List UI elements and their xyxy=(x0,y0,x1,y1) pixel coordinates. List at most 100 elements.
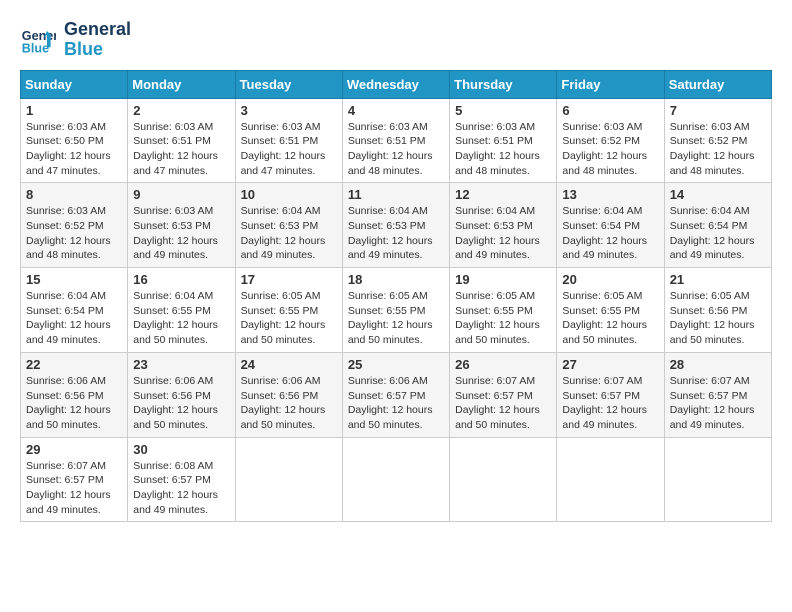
day-info: Sunrise: 6:03 AMSunset: 6:52 PMDaylight:… xyxy=(26,204,122,263)
day-info: Sunrise: 6:07 AMSunset: 6:57 PMDaylight:… xyxy=(26,459,122,518)
day-number: 10 xyxy=(241,187,337,202)
day-info: Sunrise: 6:05 AMSunset: 6:55 PMDaylight:… xyxy=(562,289,658,348)
day-info: Sunrise: 6:04 AMSunset: 6:53 PMDaylight:… xyxy=(455,204,551,263)
day-info: Sunrise: 6:03 AMSunset: 6:51 PMDaylight:… xyxy=(455,120,551,179)
day-number: 19 xyxy=(455,272,551,287)
day-info: Sunrise: 6:03 AMSunset: 6:51 PMDaylight:… xyxy=(348,120,444,179)
day-cell: 15 Sunrise: 6:04 AMSunset: 6:54 PMDayligh… xyxy=(21,268,128,353)
day-number: 22 xyxy=(26,357,122,372)
day-cell xyxy=(664,437,771,522)
day-info: Sunrise: 6:06 AMSunset: 6:56 PMDaylight:… xyxy=(133,374,229,433)
day-info: Sunrise: 6:03 AMSunset: 6:53 PMDaylight:… xyxy=(133,204,229,263)
day-info: Sunrise: 6:06 AMSunset: 6:56 PMDaylight:… xyxy=(26,374,122,433)
day-info: Sunrise: 6:03 AMSunset: 6:51 PMDaylight:… xyxy=(133,120,229,179)
day-cell: 1 Sunrise: 6:03 AMSunset: 6:50 PMDaylight… xyxy=(21,98,128,183)
day-number: 17 xyxy=(241,272,337,287)
day-info: Sunrise: 6:07 AMSunset: 6:57 PMDaylight:… xyxy=(455,374,551,433)
day-number: 7 xyxy=(670,103,766,118)
week-row-2: 8 Sunrise: 6:03 AMSunset: 6:52 PMDaylight… xyxy=(21,183,772,268)
day-number: 5 xyxy=(455,103,551,118)
day-cell: 29 Sunrise: 6:07 AMSunset: 6:57 PMDayligh… xyxy=(21,437,128,522)
week-row-4: 22 Sunrise: 6:06 AMSunset: 6:56 PMDayligh… xyxy=(21,352,772,437)
day-info: Sunrise: 6:04 AMSunset: 6:54 PMDaylight:… xyxy=(26,289,122,348)
day-cell: 4 Sunrise: 6:03 AMSunset: 6:51 PMDaylight… xyxy=(342,98,449,183)
day-cell: 12Sunrise: 6:04 AMSunset: 6:53 PMDayligh… xyxy=(450,183,557,268)
day-cell: 2 Sunrise: 6:03 AMSunset: 6:51 PMDaylight… xyxy=(128,98,235,183)
day-number: 6 xyxy=(562,103,658,118)
day-number: 8 xyxy=(26,187,122,202)
day-info: Sunrise: 6:06 AMSunset: 6:56 PMDaylight:… xyxy=(241,374,337,433)
day-info: Sunrise: 6:05 AMSunset: 6:55 PMDaylight:… xyxy=(455,289,551,348)
day-info: Sunrise: 6:05 AMSunset: 6:55 PMDaylight:… xyxy=(241,289,337,348)
day-cell: 13Sunrise: 6:04 AMSunset: 6:54 PMDayligh… xyxy=(557,183,664,268)
day-cell: 8 Sunrise: 6:03 AMSunset: 6:52 PMDaylight… xyxy=(21,183,128,268)
week-row-1: 1 Sunrise: 6:03 AMSunset: 6:50 PMDaylight… xyxy=(21,98,772,183)
day-number: 26 xyxy=(455,357,551,372)
day-cell xyxy=(450,437,557,522)
weekday-header-thursday: Thursday xyxy=(450,70,557,98)
logo-blue: Blue xyxy=(64,40,131,60)
day-info: Sunrise: 6:05 AMSunset: 6:55 PMDaylight:… xyxy=(348,289,444,348)
day-cell: 5 Sunrise: 6:03 AMSunset: 6:51 PMDaylight… xyxy=(450,98,557,183)
weekday-header-row: SundayMondayTuesdayWednesdayThursdayFrid… xyxy=(21,70,772,98)
day-info: Sunrise: 6:07 AMSunset: 6:57 PMDaylight:… xyxy=(562,374,658,433)
day-cell: 16 Sunrise: 6:04 AMSunset: 6:55 PMDayligh… xyxy=(128,268,235,353)
weekday-header-saturday: Saturday xyxy=(664,70,771,98)
day-cell xyxy=(557,437,664,522)
day-cell: 3 Sunrise: 6:03 AMSunset: 6:51 PMDaylight… xyxy=(235,98,342,183)
day-number: 4 xyxy=(348,103,444,118)
day-number: 1 xyxy=(26,103,122,118)
day-cell xyxy=(342,437,449,522)
day-number: 20 xyxy=(562,272,658,287)
day-cell: 22 Sunrise: 6:06 AMSunset: 6:56 PMDayligh… xyxy=(21,352,128,437)
svg-text:Blue: Blue xyxy=(22,41,49,55)
day-number: 23 xyxy=(133,357,229,372)
week-row-3: 15 Sunrise: 6:04 AMSunset: 6:54 PMDayligh… xyxy=(21,268,772,353)
week-row-5: 29 Sunrise: 6:07 AMSunset: 6:57 PMDayligh… xyxy=(21,437,772,522)
day-number: 3 xyxy=(241,103,337,118)
day-info: Sunrise: 6:04 AMSunset: 6:53 PMDaylight:… xyxy=(241,204,337,263)
day-number: 2 xyxy=(133,103,229,118)
day-info: Sunrise: 6:03 AMSunset: 6:52 PMDaylight:… xyxy=(562,120,658,179)
day-cell: 6 Sunrise: 6:03 AMSunset: 6:52 PMDaylight… xyxy=(557,98,664,183)
day-number: 29 xyxy=(26,442,122,457)
day-cell xyxy=(235,437,342,522)
day-cell: 10 Sunrise: 6:04 AMSunset: 6:53 PMDayligh… xyxy=(235,183,342,268)
weekday-header-sunday: Sunday xyxy=(21,70,128,98)
day-cell: 14 Sunrise: 6:04 AMSunset: 6:54 PMDayligh… xyxy=(664,183,771,268)
day-cell: 27Sunrise: 6:07 AMSunset: 6:57 PMDayligh… xyxy=(557,352,664,437)
day-cell: 24Sunrise: 6:06 AMSunset: 6:56 PMDayligh… xyxy=(235,352,342,437)
day-cell: 20 Sunrise: 6:05 AMSunset: 6:55 PMDayligh… xyxy=(557,268,664,353)
day-info: Sunrise: 6:08 AMSunset: 6:57 PMDaylight:… xyxy=(133,459,229,518)
day-number: 25 xyxy=(348,357,444,372)
day-cell: 7 Sunrise: 6:03 AMSunset: 6:52 PMDaylight… xyxy=(664,98,771,183)
day-cell: 9 Sunrise: 6:03 AMSunset: 6:53 PMDaylight… xyxy=(128,183,235,268)
header: General Blue General Blue xyxy=(20,20,772,60)
day-cell: 23 Sunrise: 6:06 AMSunset: 6:56 PMDayligh… xyxy=(128,352,235,437)
day-number: 9 xyxy=(133,187,229,202)
day-info: Sunrise: 6:03 AMSunset: 6:52 PMDaylight:… xyxy=(670,120,766,179)
day-info: Sunrise: 6:03 AMSunset: 6:50 PMDaylight:… xyxy=(26,120,122,179)
day-info: Sunrise: 6:07 AMSunset: 6:57 PMDaylight:… xyxy=(670,374,766,433)
day-cell: 21Sunrise: 6:05 AMSunset: 6:56 PMDayligh… xyxy=(664,268,771,353)
day-number: 13 xyxy=(562,187,658,202)
weekday-header-monday: Monday xyxy=(128,70,235,98)
logo: General Blue General Blue xyxy=(20,20,131,60)
day-number: 28 xyxy=(670,357,766,372)
day-info: Sunrise: 6:05 AMSunset: 6:56 PMDaylight:… xyxy=(670,289,766,348)
day-info: Sunrise: 6:06 AMSunset: 6:57 PMDaylight:… xyxy=(348,374,444,433)
day-cell: 17 Sunrise: 6:05 AMSunset: 6:55 PMDayligh… xyxy=(235,268,342,353)
day-number: 16 xyxy=(133,272,229,287)
day-info: Sunrise: 6:04 AMSunset: 6:53 PMDaylight:… xyxy=(348,204,444,263)
day-cell: 30 Sunrise: 6:08 AMSunset: 6:57 PMDayligh… xyxy=(128,437,235,522)
day-cell: 28 Sunrise: 6:07 AMSunset: 6:57 PMDayligh… xyxy=(664,352,771,437)
day-number: 30 xyxy=(133,442,229,457)
day-number: 15 xyxy=(26,272,122,287)
day-number: 11 xyxy=(348,187,444,202)
day-info: Sunrise: 6:03 AMSunset: 6:51 PMDaylight:… xyxy=(241,120,337,179)
day-number: 14 xyxy=(670,187,766,202)
day-info: Sunrise: 6:04 AMSunset: 6:55 PMDaylight:… xyxy=(133,289,229,348)
day-cell: 11 Sunrise: 6:04 AMSunset: 6:53 PMDayligh… xyxy=(342,183,449,268)
day-info: Sunrise: 6:04 AMSunset: 6:54 PMDaylight:… xyxy=(670,204,766,263)
logo-icon: General Blue xyxy=(20,22,56,58)
